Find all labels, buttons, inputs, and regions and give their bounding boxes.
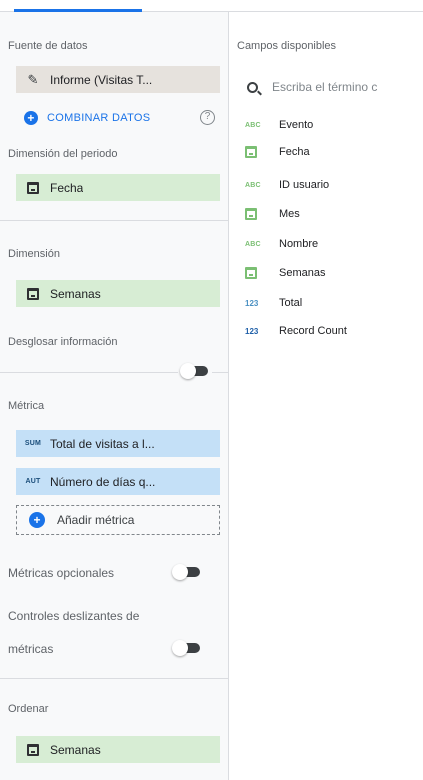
available-fields-heading: Campos disponibles (237, 40, 337, 52)
combine-data-label: COMBINAR DATOS (47, 112, 151, 124)
toggle-knob (172, 564, 188, 580)
field-label: Evento (279, 119, 314, 131)
metric-label: Total de visitas a l... (50, 436, 155, 451)
field-label: Total (279, 297, 303, 309)
search-input[interactable]: Escriba el término c (272, 80, 377, 94)
date-range-dimension-chip[interactable]: Fecha (16, 174, 220, 201)
optional-metrics-toggle[interactable] (172, 564, 204, 580)
field-label: Record Count (279, 325, 347, 337)
toggle-knob (172, 640, 188, 656)
dimension-heading: Dimensión (8, 248, 60, 260)
data-source-heading: Fuente de datos (8, 40, 88, 52)
number-type-icon: 123 (245, 298, 259, 308)
text-type-icon: ABC (245, 181, 261, 189)
field-label: Semanas (279, 267, 326, 279)
drill-down-label: Desglosar información (8, 336, 118, 348)
field-item-evento[interactable]: ABC Evento (245, 116, 313, 134)
search-icon (247, 81, 258, 93)
field-search[interactable]: Escriba el término c (247, 78, 377, 96)
date-range-dimension-heading: Dimensión del periodo (8, 148, 118, 160)
field-label: Fecha (279, 146, 310, 158)
field-label: Nombre (279, 238, 319, 250)
aggregation-badge: SUM (24, 440, 42, 447)
metric-chip-sum[interactable]: SUM Total de visitas a l... (16, 430, 220, 457)
data-source-chip[interactable]: ✎ Informe (Visitas T... (16, 66, 220, 93)
metric-sliders-label-line2: métricas (8, 642, 54, 656)
add-metric-button[interactable]: + Añadir métrica (16, 505, 220, 535)
metric-sliders-toggle[interactable] (172, 640, 204, 656)
section-divider (0, 372, 178, 373)
date-range-dimension-field: Fecha (50, 180, 84, 195)
field-item-mes[interactable]: Mes (245, 205, 300, 223)
metric-label: Número de días q... (50, 474, 156, 489)
combine-data-button[interactable]: + COMBINAR DATOS (24, 108, 150, 128)
field-item-total[interactable]: 123 Total (245, 294, 302, 312)
add-metric-label: Añadir métrica (57, 513, 135, 527)
help-icon[interactable]: ? (200, 110, 215, 125)
field-label: Mes (279, 208, 300, 220)
calendar-icon (16, 181, 50, 194)
add-circle-icon: + (29, 512, 45, 528)
text-type-icon: ABC (245, 121, 261, 129)
sort-chip[interactable]: Semanas (16, 736, 220, 763)
number-type-icon: 123 (245, 326, 259, 336)
dimension-field: Semanas (50, 286, 101, 301)
section-divider (0, 220, 229, 221)
tab-bar (0, 0, 423, 12)
calendar-icon (245, 208, 279, 220)
optional-metrics-label: Métricas opcionales (8, 566, 115, 580)
data-source-name: Informe (Visitas T... (50, 72, 153, 87)
field-item-record-count[interactable]: 123 Record Count (245, 322, 347, 340)
dimension-chip[interactable]: Semanas (16, 280, 220, 307)
calendar-icon (16, 287, 50, 300)
calendar-icon (245, 267, 279, 279)
toggle-knob (180, 363, 196, 379)
add-circle-icon: + (24, 111, 38, 125)
section-divider (0, 678, 229, 679)
metric-chip-aut[interactable]: AUT Número de días q... (16, 468, 220, 495)
text-type-icon: ABC (245, 240, 261, 248)
pencil-icon[interactable]: ✎ (16, 72, 50, 88)
metric-sliders-label-line1: Controles deslizantes de (8, 609, 140, 623)
field-item-fecha[interactable]: Fecha (245, 143, 310, 161)
aggregation-badge: AUT (25, 478, 41, 485)
field-label: ID usuario (279, 179, 330, 191)
field-item-nombre[interactable]: ABC Nombre (245, 235, 318, 253)
sort-field: Semanas (50, 742, 101, 757)
field-item-id-usuario[interactable]: ABC ID usuario (245, 176, 329, 194)
section-divider (212, 372, 229, 373)
sort-heading: Ordenar (8, 703, 49, 715)
field-item-semanas[interactable]: Semanas (245, 264, 325, 282)
calendar-icon (245, 146, 279, 158)
calendar-icon (16, 743, 50, 756)
drill-down-toggle[interactable] (180, 363, 212, 379)
metric-heading: Métrica (8, 400, 45, 412)
